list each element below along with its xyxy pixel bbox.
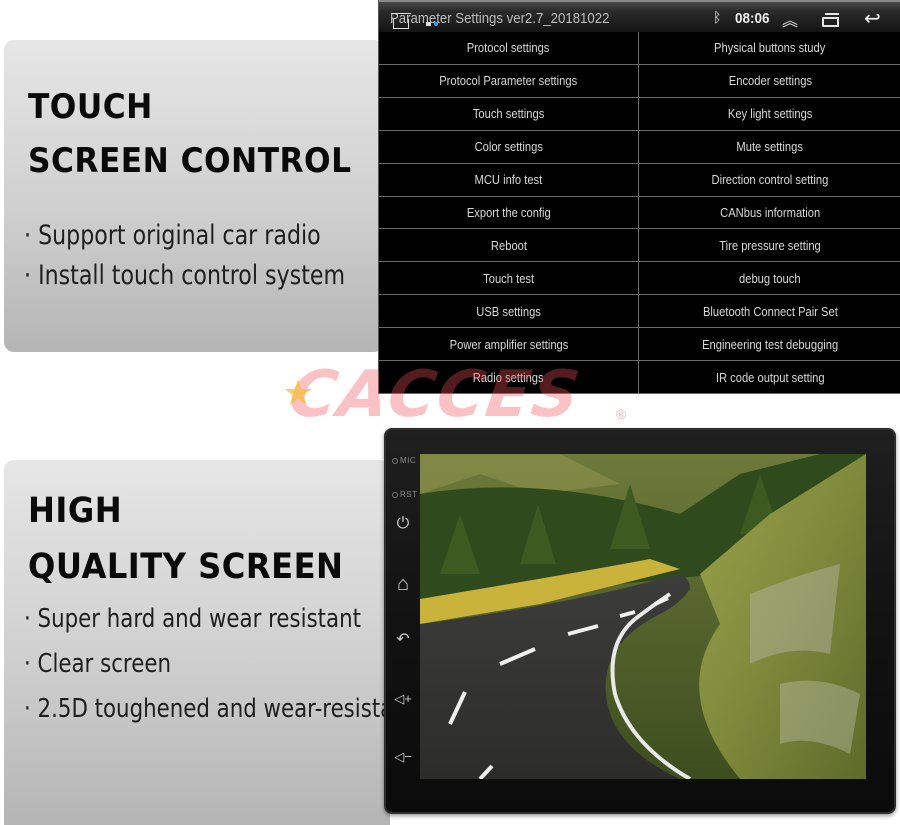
back-icon[interactable]: ↩ xyxy=(864,6,881,31)
settings-menu-item[interactable]: debug touch xyxy=(639,262,900,296)
menu-item-label: Key light settings xyxy=(727,106,813,122)
menu-item-label: Engineering test debugging xyxy=(701,336,839,352)
mountain-road-image xyxy=(420,454,866,779)
feature-panel-touch-control: TOUCH SCREEN CONTROL · Support original … xyxy=(4,40,384,352)
menu-item-label: Protocol Parameter settings xyxy=(439,73,578,89)
menu-item-label: Direction control setting xyxy=(711,172,829,188)
settings-menu-item[interactable]: Encoder settings xyxy=(639,64,900,98)
feature-panel-high-quality-screen: HIGH QUALITY SCREEN · Super hard and wea… xyxy=(4,460,415,825)
menu-item-label: CANbus information xyxy=(719,204,821,220)
menu-item-label: Physical buttons study xyxy=(714,40,826,56)
menu-item-label: Protocol settings xyxy=(467,40,550,56)
car-head-unit: MIC RST ⏻ ⌂ ↶ ◁+ ◁− xyxy=(384,428,896,814)
headline-line-2: QUALITY SCREEN xyxy=(28,547,344,587)
settings-menu-item[interactable]: Tire pressure setting xyxy=(639,229,900,263)
settings-menu-item[interactable]: Protocol Parameter settings xyxy=(379,64,639,98)
clock: 08:06 xyxy=(735,10,770,27)
settings-menu-item[interactable]: USB settings xyxy=(379,295,639,329)
star-icon: ★ xyxy=(282,372,315,413)
bluetooth-icon: ᛒ xyxy=(713,9,722,25)
headline-line-1: TOUCH xyxy=(28,87,153,127)
recent-apps-icon[interactable] xyxy=(822,13,839,27)
notification-icon xyxy=(426,22,431,26)
settings-menu-item[interactable]: Touch test xyxy=(379,262,639,296)
settings-menu-item[interactable]: Mute settings xyxy=(639,130,900,164)
settings-menu-item[interactable]: Key light settings xyxy=(639,97,900,131)
notification-dot-icon xyxy=(434,22,438,26)
menu-item-label: Mute settings xyxy=(736,139,804,155)
menu-item-label: Touch settings xyxy=(472,106,545,122)
menu-item-label: Power amplifier settings xyxy=(449,336,568,352)
headline-line-2: SCREEN CONTROL xyxy=(28,141,352,181)
back-icon[interactable]: ↶ xyxy=(390,632,416,648)
menu-item-label: Radio settings xyxy=(473,369,544,385)
menu-item-label: debug touch xyxy=(739,270,801,286)
settings-menu-item[interactable]: Direction control setting xyxy=(639,163,900,197)
settings-menu-item[interactable]: Protocol settings xyxy=(379,32,639,65)
settings-menu-item[interactable]: CANbus information xyxy=(639,196,900,230)
menu-item-label: Tire pressure setting xyxy=(719,237,821,253)
menu-item-label: Encoder settings xyxy=(728,73,812,89)
settings-menu-item[interactable]: Bluetooth Connect Pair Set xyxy=(639,295,900,329)
settings-menu-item[interactable]: Reboot xyxy=(379,229,639,263)
settings-menu-grid: Protocol settings Physical buttons study P… xyxy=(379,32,900,394)
feature-bullet: · Super hard and wear resistant xyxy=(24,604,361,634)
power-icon[interactable]: ⏻ xyxy=(390,516,416,532)
volume-up-icon[interactable]: ◁+ xyxy=(390,692,416,705)
expand-up-icon[interactable]: ︽ xyxy=(782,7,798,31)
settings-menu-item[interactable]: Power amplifier settings xyxy=(379,328,639,362)
home-icon[interactable]: ⌂ xyxy=(390,574,416,594)
settings-menu-item[interactable]: Radio settings xyxy=(379,361,639,394)
headline-line-1: HIGH xyxy=(28,491,123,531)
volume-down-icon[interactable]: ◁− xyxy=(390,750,416,763)
feature-bullet: · 2.5D toughened and wear-resistant xyxy=(24,694,416,724)
settings-menu-item[interactable]: MCU info test xyxy=(379,163,639,197)
settings-menu-item[interactable]: Export the config xyxy=(379,196,639,230)
settings-menu-item[interactable]: Physical buttons study xyxy=(639,32,900,65)
menu-item-label: USB settings xyxy=(476,303,541,319)
settings-menu-item[interactable]: Engineering test debugging xyxy=(639,328,900,362)
parameter-settings-screen: Parameter Settings ver2.7_20181022 ᛒ 08:… xyxy=(378,0,900,394)
menu-item-label: Touch test xyxy=(483,270,534,286)
menu-item-label: Export the config xyxy=(466,204,551,220)
menu-item-label: MCU info test xyxy=(474,172,543,188)
feature-bullet: · Support original car radio xyxy=(24,220,321,251)
settings-menu-item[interactable]: IR code output setting xyxy=(639,361,900,394)
feature-bullet: · Clear screen xyxy=(24,649,171,679)
mic-label: MIC xyxy=(392,456,416,465)
menu-item-label: Reboot xyxy=(490,237,527,253)
menu-item-label: IR code output setting xyxy=(715,369,825,385)
registered-mark: ® xyxy=(616,406,627,422)
status-bar: Parameter Settings ver2.7_20181022 ᛒ 08:… xyxy=(379,0,900,32)
settings-menu-item[interactable]: Color settings xyxy=(379,130,639,164)
settings-menu-item[interactable]: Touch settings xyxy=(379,97,639,131)
home-icon[interactable] xyxy=(391,13,411,29)
reset-label[interactable]: RST xyxy=(392,490,418,499)
menu-item-label: Color settings xyxy=(474,139,543,155)
screen-title: Parameter Settings ver2.7_20181022 xyxy=(390,10,610,27)
menu-item-label: Bluetooth Connect Pair Set xyxy=(702,303,838,319)
landscape-wallpaper xyxy=(420,454,866,779)
feature-bullet: · Install touch control system xyxy=(24,260,346,291)
